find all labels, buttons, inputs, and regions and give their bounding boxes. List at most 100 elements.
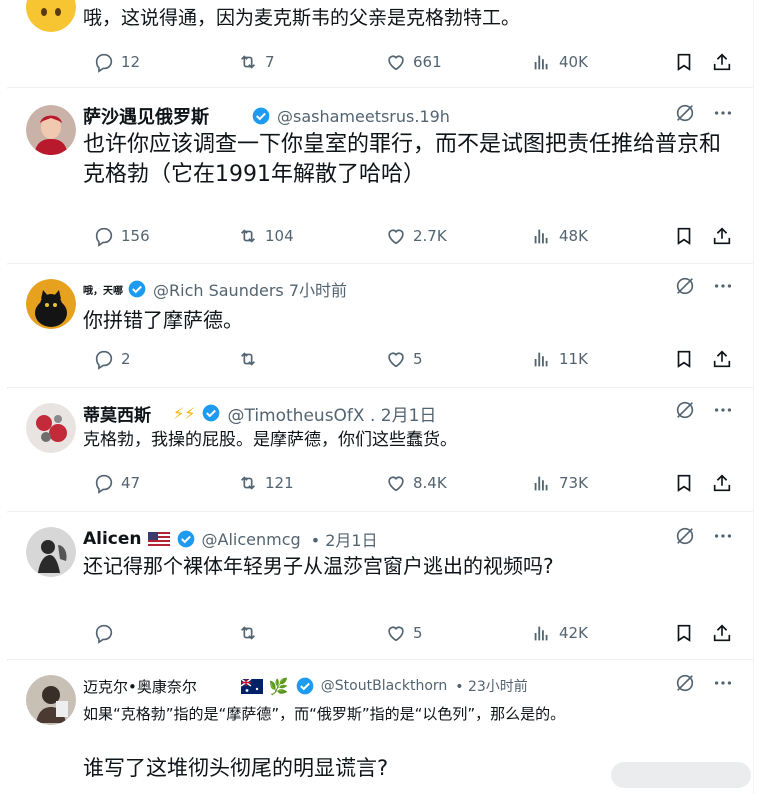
repost-count: 121 — [265, 474, 294, 492]
bookmark-icon — [677, 350, 691, 368]
timestamp[interactable]: • 23小时前 — [455, 676, 528, 696]
like-button[interactable]: 5 — [385, 622, 423, 644]
reply-count: 2 — [121, 350, 131, 368]
grok-icon[interactable] — [674, 275, 696, 297]
share-icon — [713, 350, 731, 368]
verified-badge-icon — [203, 404, 220, 422]
reply-button[interactable]: 12 — [93, 51, 140, 73]
reply-button[interactable]: 47 — [93, 472, 140, 494]
views-button[interactable]: 73K — [531, 472, 588, 494]
share-icon — [713, 227, 731, 245]
header-actions — [674, 525, 734, 547]
action-bar: 2 5 11K — [83, 346, 732, 372]
more-icon[interactable] — [712, 525, 734, 547]
avatar[interactable] — [26, 527, 76, 577]
tweet-text: 哦，这说得通，因为麦克斯韦的父亲是克格勃特工。 — [83, 7, 521, 29]
reply-button[interactable] — [93, 622, 115, 644]
repost-button[interactable]: 121 — [237, 472, 294, 494]
repost-count: 104 — [265, 227, 294, 245]
verified-badge-icon — [252, 107, 270, 125]
tweet[interactable]: Alicen @Alicenmcg • 2月1日 还记得那个裸体年轻男子从温莎宫… — [7, 513, 754, 660]
repost-button[interactable]: 104 — [237, 225, 294, 247]
more-icon[interactable] — [712, 672, 734, 694]
share-icon — [713, 53, 731, 71]
grok-icon[interactable] — [674, 672, 696, 694]
repost-icon — [240, 229, 256, 243]
handle[interactable]: @TimotheusOfX . 2月1日 — [227, 401, 436, 426]
action-bar: 47 121 8.4K 73K — [83, 470, 732, 496]
views-count: 11K — [559, 350, 588, 368]
more-icon[interactable] — [712, 275, 734, 297]
verified-badge-icon — [177, 530, 194, 548]
handle[interactable]: @Rich Saunders 7小时前 — [153, 277, 347, 301]
views-button[interactable]: 48K — [531, 225, 588, 247]
bookmark-icon — [677, 624, 691, 642]
reply-button[interactable]: 156 — [93, 225, 150, 247]
bookmark-icon — [677, 474, 691, 492]
like-count: 661 — [413, 53, 442, 71]
tweet-header: 蒂莫西斯 ⚡⚡ @TimotheusOfX . 2月1日 — [83, 399, 734, 427]
display-name[interactable]: 萨沙遇见俄罗斯 — [83, 103, 209, 129]
heart-icon — [388, 55, 404, 71]
share-button[interactable] — [711, 225, 733, 247]
reply-icon — [95, 474, 113, 494]
display-name[interactable]: 蒂莫西斯 — [83, 401, 151, 426]
tweet[interactable]: 蒂莫西斯 ⚡⚡ @TimotheusOfX . 2月1日 克格勃，我操的屁股。是… — [7, 389, 754, 512]
views-icon — [534, 229, 548, 244]
heart-icon — [388, 476, 404, 492]
tweet[interactable]: 哦，这说得通，因为麦克斯韦的父亲是克格勃特工。 12 7 661 40K — [7, 0, 754, 88]
avatar[interactable] — [26, 279, 76, 329]
bookmark-button[interactable] — [673, 472, 695, 494]
avatar[interactable] — [26, 0, 76, 32]
bookmark-button[interactable] — [673, 51, 695, 73]
handle[interactable]: @Alicenmcg — [202, 530, 301, 549]
reply-button[interactable]: 2 — [93, 348, 131, 370]
bookmark-button[interactable] — [673, 622, 695, 644]
views-count: 48K — [559, 227, 588, 245]
bookmark-button[interactable] — [673, 225, 695, 247]
share-button[interactable] — [711, 51, 733, 73]
grok-icon[interactable] — [674, 399, 696, 421]
timestamp[interactable]: • 2月1日 — [311, 527, 378, 551]
share-button[interactable] — [711, 622, 733, 644]
more-icon[interactable] — [712, 399, 734, 421]
grok-icon[interactable] — [674, 525, 696, 547]
repost-button[interactable] — [237, 348, 259, 370]
like-button[interactable]: 8.4K — [385, 472, 447, 494]
heart-icon — [388, 229, 404, 245]
repost-button[interactable] — [237, 622, 259, 644]
watermark — [611, 762, 751, 788]
more-icon[interactable] — [712, 102, 734, 124]
repost-button[interactable]: 7 — [237, 51, 275, 73]
avatar[interactable] — [26, 105, 76, 155]
like-count: 5 — [413, 624, 423, 642]
share-button[interactable] — [711, 472, 733, 494]
like-button[interactable]: 2.7K — [385, 225, 447, 247]
display-name[interactable]: 迈克尔•奥康奈尔 — [83, 676, 197, 697]
like-button[interactable]: 5 — [385, 348, 423, 370]
display-name[interactable]: Alicen — [83, 529, 142, 549]
bookmark-icon — [677, 53, 691, 71]
share-button[interactable] — [711, 348, 733, 370]
avatar[interactable] — [26, 675, 76, 725]
header-actions — [674, 399, 734, 421]
views-count: 42K — [559, 624, 588, 642]
tweet[interactable]: 哦，天哪 @Rich Saunders 7小时前 你拼错了摩萨德。 2 5 11… — [7, 265, 754, 388]
avatar[interactable] — [26, 403, 76, 453]
grok-icon[interactable] — [674, 102, 696, 124]
views-button[interactable]: 40K — [531, 51, 588, 73]
handle[interactable]: @sashameetsrus.19h — [277, 107, 450, 126]
bookmark-button[interactable] — [673, 348, 695, 370]
header-actions — [674, 672, 734, 694]
display-name[interactable]: 哦，天哪 — [83, 282, 123, 297]
reply-count: 12 — [121, 53, 141, 71]
tweet[interactable]: 萨沙遇见俄罗斯 @sashameetsrus.19h 也许你应该调查一下你皇室的… — [7, 89, 754, 264]
like-button[interactable]: 661 — [385, 51, 442, 73]
views-count: 73K — [559, 474, 588, 492]
handle[interactable]: @StoutBlackthorn — [321, 678, 448, 694]
tweet-text: 还记得那个裸体年轻男子从温莎宫窗户逃出的视频吗? — [83, 554, 554, 578]
views-button[interactable]: 42K — [531, 622, 588, 644]
views-button[interactable]: 11K — [531, 348, 588, 370]
action-bar: 12 7 661 40K — [83, 49, 732, 75]
repost-icon — [240, 55, 256, 69]
